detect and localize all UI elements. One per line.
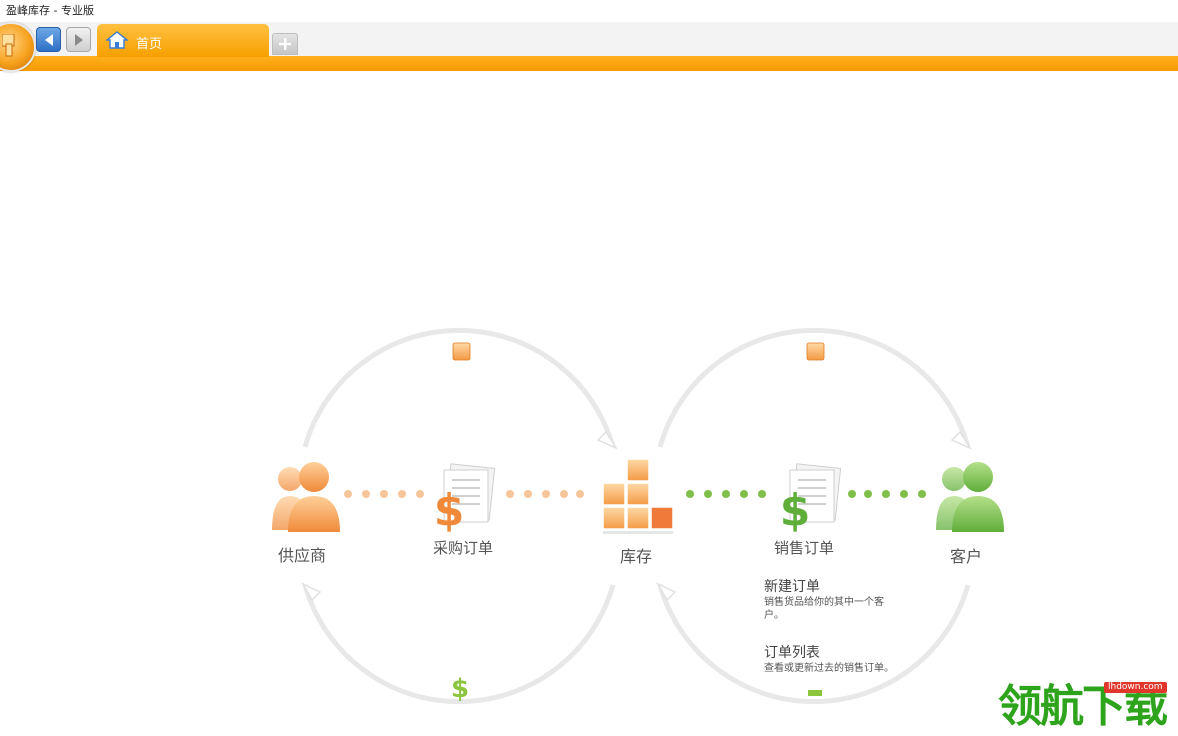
inventory-label[interactable]: 库存 <box>620 543 652 567</box>
purchase-order-document-icon[interactable]: $ <box>434 463 496 536</box>
sales-menu-new-order[interactable]: 新建订单 销售货品给你的其中一个客户。 <box>764 578 894 622</box>
purchase-inventory-connector <box>506 490 584 498</box>
sales-order-label[interactable]: 销售订单 <box>774 537 834 558</box>
sales-order-document-icon[interactable]: $ <box>780 463 842 536</box>
inventory-blocks-icon[interactable] <box>602 458 674 534</box>
purchase-order-label[interactable]: 采购订单 <box>433 537 493 558</box>
new-order-link[interactable]: 新建订单 <box>764 578 894 596</box>
supplier-people-icon[interactable] <box>272 462 340 532</box>
watermark-badge: lhdown.com <box>1104 682 1167 693</box>
supplier-label[interactable]: 供应商 <box>278 542 326 566</box>
sales-customer-connector <box>848 490 926 498</box>
purchase-cycle-marker <box>452 342 471 361</box>
supplier-purchase-connector <box>344 490 424 498</box>
watermark: 领航下载 lhdown.com <box>998 680 1176 736</box>
payment-dollar-icon: $ <box>451 674 469 704</box>
new-order-description: 销售货品给你的其中一个客户。 <box>764 597 884 621</box>
order-list-link[interactable]: 订单列表 <box>764 644 894 662</box>
inventory-sales-connector <box>686 490 766 498</box>
svg-text:$: $ <box>451 674 469 704</box>
customer-people-icon[interactable] <box>936 462 1004 532</box>
order-list-description: 查看或更新过去的销售订单。 <box>764 663 894 674</box>
workflow-diagram: $ $ $ <box>272 327 1004 705</box>
sales-cycle-marker <box>806 342 825 361</box>
customer-label[interactable]: 客户 <box>950 543 982 567</box>
svg-text:$: $ <box>434 485 465 536</box>
sales-menu-order-list[interactable]: 订单列表 查看或更新过去的销售订单。 <box>764 644 894 675</box>
sales-payment-dollar-icon <box>808 690 822 696</box>
svg-text:$: $ <box>780 485 811 536</box>
